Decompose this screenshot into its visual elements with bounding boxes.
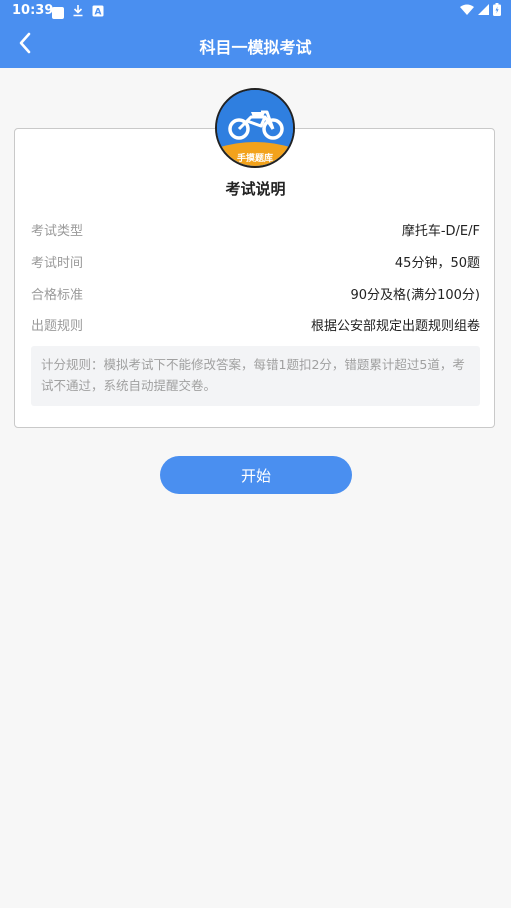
card-title: 考试说明 bbox=[225, 180, 286, 198]
info-value: 45分钟，50题 bbox=[394, 255, 480, 271]
info-label: 合格标准 bbox=[31, 287, 84, 303]
info-value: 摩托车-D/E/F bbox=[401, 223, 480, 239]
page-title: 科目一模拟考试 bbox=[199, 38, 312, 57]
info-value: 90分及格(满分100分) bbox=[350, 287, 481, 303]
info-row-type: 考试类型 摩托车-D/E/F bbox=[31, 218, 480, 240]
info-label: 考试时间 bbox=[31, 255, 84, 271]
battery-icon bbox=[493, 3, 501, 20]
scoring-rules-note: 计分规则：模拟考试下不能修改答案，每错1题扣2分，错题累计超过5道，考试不通过，… bbox=[31, 346, 480, 406]
status-bar: 10:39 A bbox=[0, 0, 511, 22]
info-label: 出题规则 bbox=[31, 318, 84, 334]
status-time: 10:39 bbox=[12, 3, 54, 18]
info-row-passing: 合格标准 90分及格(满分100分) bbox=[31, 282, 480, 304]
notification-icon bbox=[52, 6, 64, 19]
start-button[interactable]: 开始 bbox=[160, 456, 352, 494]
motorcycle-logo: 手摸题库 bbox=[215, 88, 295, 168]
info-row-time: 考试时间 45分钟，50题 bbox=[31, 250, 480, 272]
info-value: 根据公安部规定出题规则组卷 bbox=[310, 318, 480, 334]
svg-text:A: A bbox=[95, 7, 102, 17]
logo-text: 手摸题库 bbox=[237, 152, 273, 164]
a-badge-icon: A bbox=[92, 5, 104, 21]
wifi-icon bbox=[460, 4, 474, 20]
signal-icon bbox=[478, 3, 489, 20]
info-row-rules: 出题规则 根据公安部规定出题规则组卷 bbox=[31, 313, 480, 335]
app-header: 10:39 A 科目一模拟考试 bbox=[0, 0, 511, 68]
info-label: 考试类型 bbox=[31, 223, 84, 239]
download-icon bbox=[72, 4, 84, 21]
motorcycle-icon: 手摸题库 bbox=[217, 90, 293, 166]
